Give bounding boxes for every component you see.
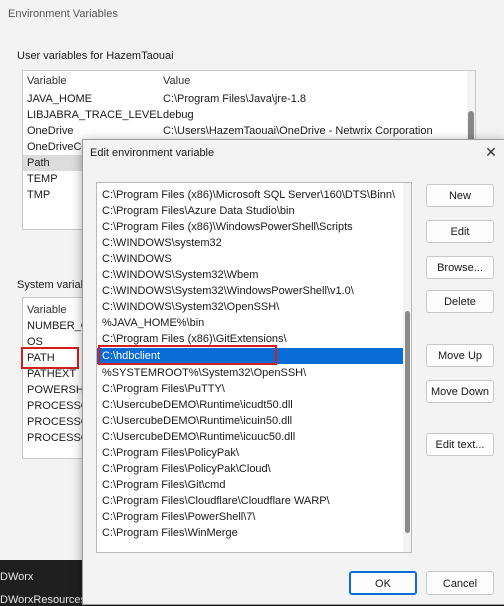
scrollbar-thumb[interactable] <box>405 311 410 533</box>
variable-value: C:\Program Files\Java\jre-1.8 <box>163 93 307 105</box>
list-item[interactable]: C:\UsercubeDEMO\Runtime\icuin50.dll <box>97 413 403 429</box>
edit-text-button[interactable]: Edit text... <box>426 433 494 456</box>
variable-name: OneDriveCo <box>27 141 88 153</box>
list-item[interactable]: LIBJABRA_TRACE_LEVEL debug <box>23 107 475 123</box>
variable-name: Path <box>27 157 50 169</box>
list-item[interactable]: C:\WINDOWS\system32 <box>97 235 403 251</box>
list-item[interactable]: C:\Program Files (x86)\Microsoft SQL Ser… <box>97 187 403 203</box>
list-item[interactable]: OneDrive C:\Users\HazemTaouai\OneDrive -… <box>23 123 475 139</box>
move-up-button[interactable]: Move Up <box>426 344 494 367</box>
variable-name: TEMP <box>27 173 58 185</box>
column-header-value[interactable]: Value <box>163 73 190 89</box>
desktop-text-2: DWorx <box>0 571 34 583</box>
column-header-variable[interactable]: Variable <box>27 73 67 89</box>
new-button[interactable]: New <box>426 184 494 207</box>
list-item[interactable]: C:\Program Files\PuTTY\ <box>97 381 403 397</box>
system-variables-label: System variabl <box>17 279 90 291</box>
list-item[interactable]: C:\WINDOWS\System32\OpenSSH\ <box>97 299 403 315</box>
list-item[interactable]: JAVA_HOME C:\Program Files\Java\jre-1.8 <box>23 91 475 107</box>
dialog-title: Edit environment variable <box>90 147 215 159</box>
variable-name: LIBJABRA_TRACE_LEVEL <box>27 109 163 121</box>
window-title: Environment Variables <box>8 8 118 20</box>
list-item[interactable]: C:\Program Files\PolicyPak\ <box>97 445 403 461</box>
variable-name: JAVA_HOME <box>27 93 92 105</box>
list-item[interactable]: C:\WINDOWS\System32\WindowsPowerShell\v1… <box>97 283 403 299</box>
list-item[interactable]: C:\WINDOWS <box>97 251 403 267</box>
list-item[interactable]: C:\Program Files\Azure Data Studio\bin <box>97 203 403 219</box>
desktop-text-3: DWorxResources <box>0 594 86 606</box>
list-item[interactable]: %SYSTEMROOT%\System32\OpenSSH\ <box>97 365 403 381</box>
user-list-header: Variable Value <box>23 73 475 89</box>
edit-environment-variable-dialog: Edit environment variable ✕ C:\Program F… <box>82 139 504 605</box>
list-item[interactable]: %JAVA_HOME%\bin <box>97 315 403 331</box>
cancel-button[interactable]: Cancel <box>426 571 494 595</box>
hdbclient-highlight-box <box>98 345 277 365</box>
list-item[interactable]: C:\Program Files\PolicyPak\Cloud\ <box>97 461 403 477</box>
ok-button[interactable]: OK <box>349 571 417 595</box>
list-item[interactable]: C:\Program Files\Cloudflare\Cloudflare W… <box>97 493 403 509</box>
browse-button[interactable]: Browse... <box>426 256 494 279</box>
list-item[interactable]: C:\Program Files\Git\cmd <box>97 477 403 493</box>
list-item[interactable]: C:\WINDOWS\System32\Wbem <box>97 267 403 283</box>
path-highlight-box <box>21 347 79 369</box>
list-item[interactable]: C:\Program Files\WinMerge <box>97 525 403 541</box>
edit-button[interactable]: Edit <box>426 220 494 243</box>
variable-value: C:\Users\HazemTaouai\OneDrive - Netwrix … <box>163 125 433 137</box>
list-item[interactable]: C:\Program Files (x86)\WindowsPowerShell… <box>97 219 403 235</box>
list-item[interactable]: C:\UsercubeDEMO\Runtime\icuuc50.dll <box>97 429 403 445</box>
variable-name: TMP <box>27 189 51 201</box>
close-icon[interactable]: ✕ <box>483 144 499 160</box>
variable-value: debug <box>163 109 194 121</box>
path-entries-list[interactable]: C:\Program Files (x86)\Microsoft SQL Ser… <box>96 182 412 553</box>
column-header-variable[interactable]: Variable <box>27 302 67 318</box>
variable-name: OneDrive <box>27 125 74 137</box>
move-down-button[interactable]: Move Down <box>426 380 494 403</box>
delete-button[interactable]: Delete <box>426 290 494 313</box>
list-item[interactable]: C:\Program Files\PowerShell\7\ <box>97 509 403 525</box>
user-variables-label: User variables for HazemTaouai <box>17 50 174 62</box>
list-item[interactable]: C:\UsercubeDEMO\Runtime\icudt50.dll <box>97 397 403 413</box>
scrollbar[interactable] <box>403 183 411 552</box>
